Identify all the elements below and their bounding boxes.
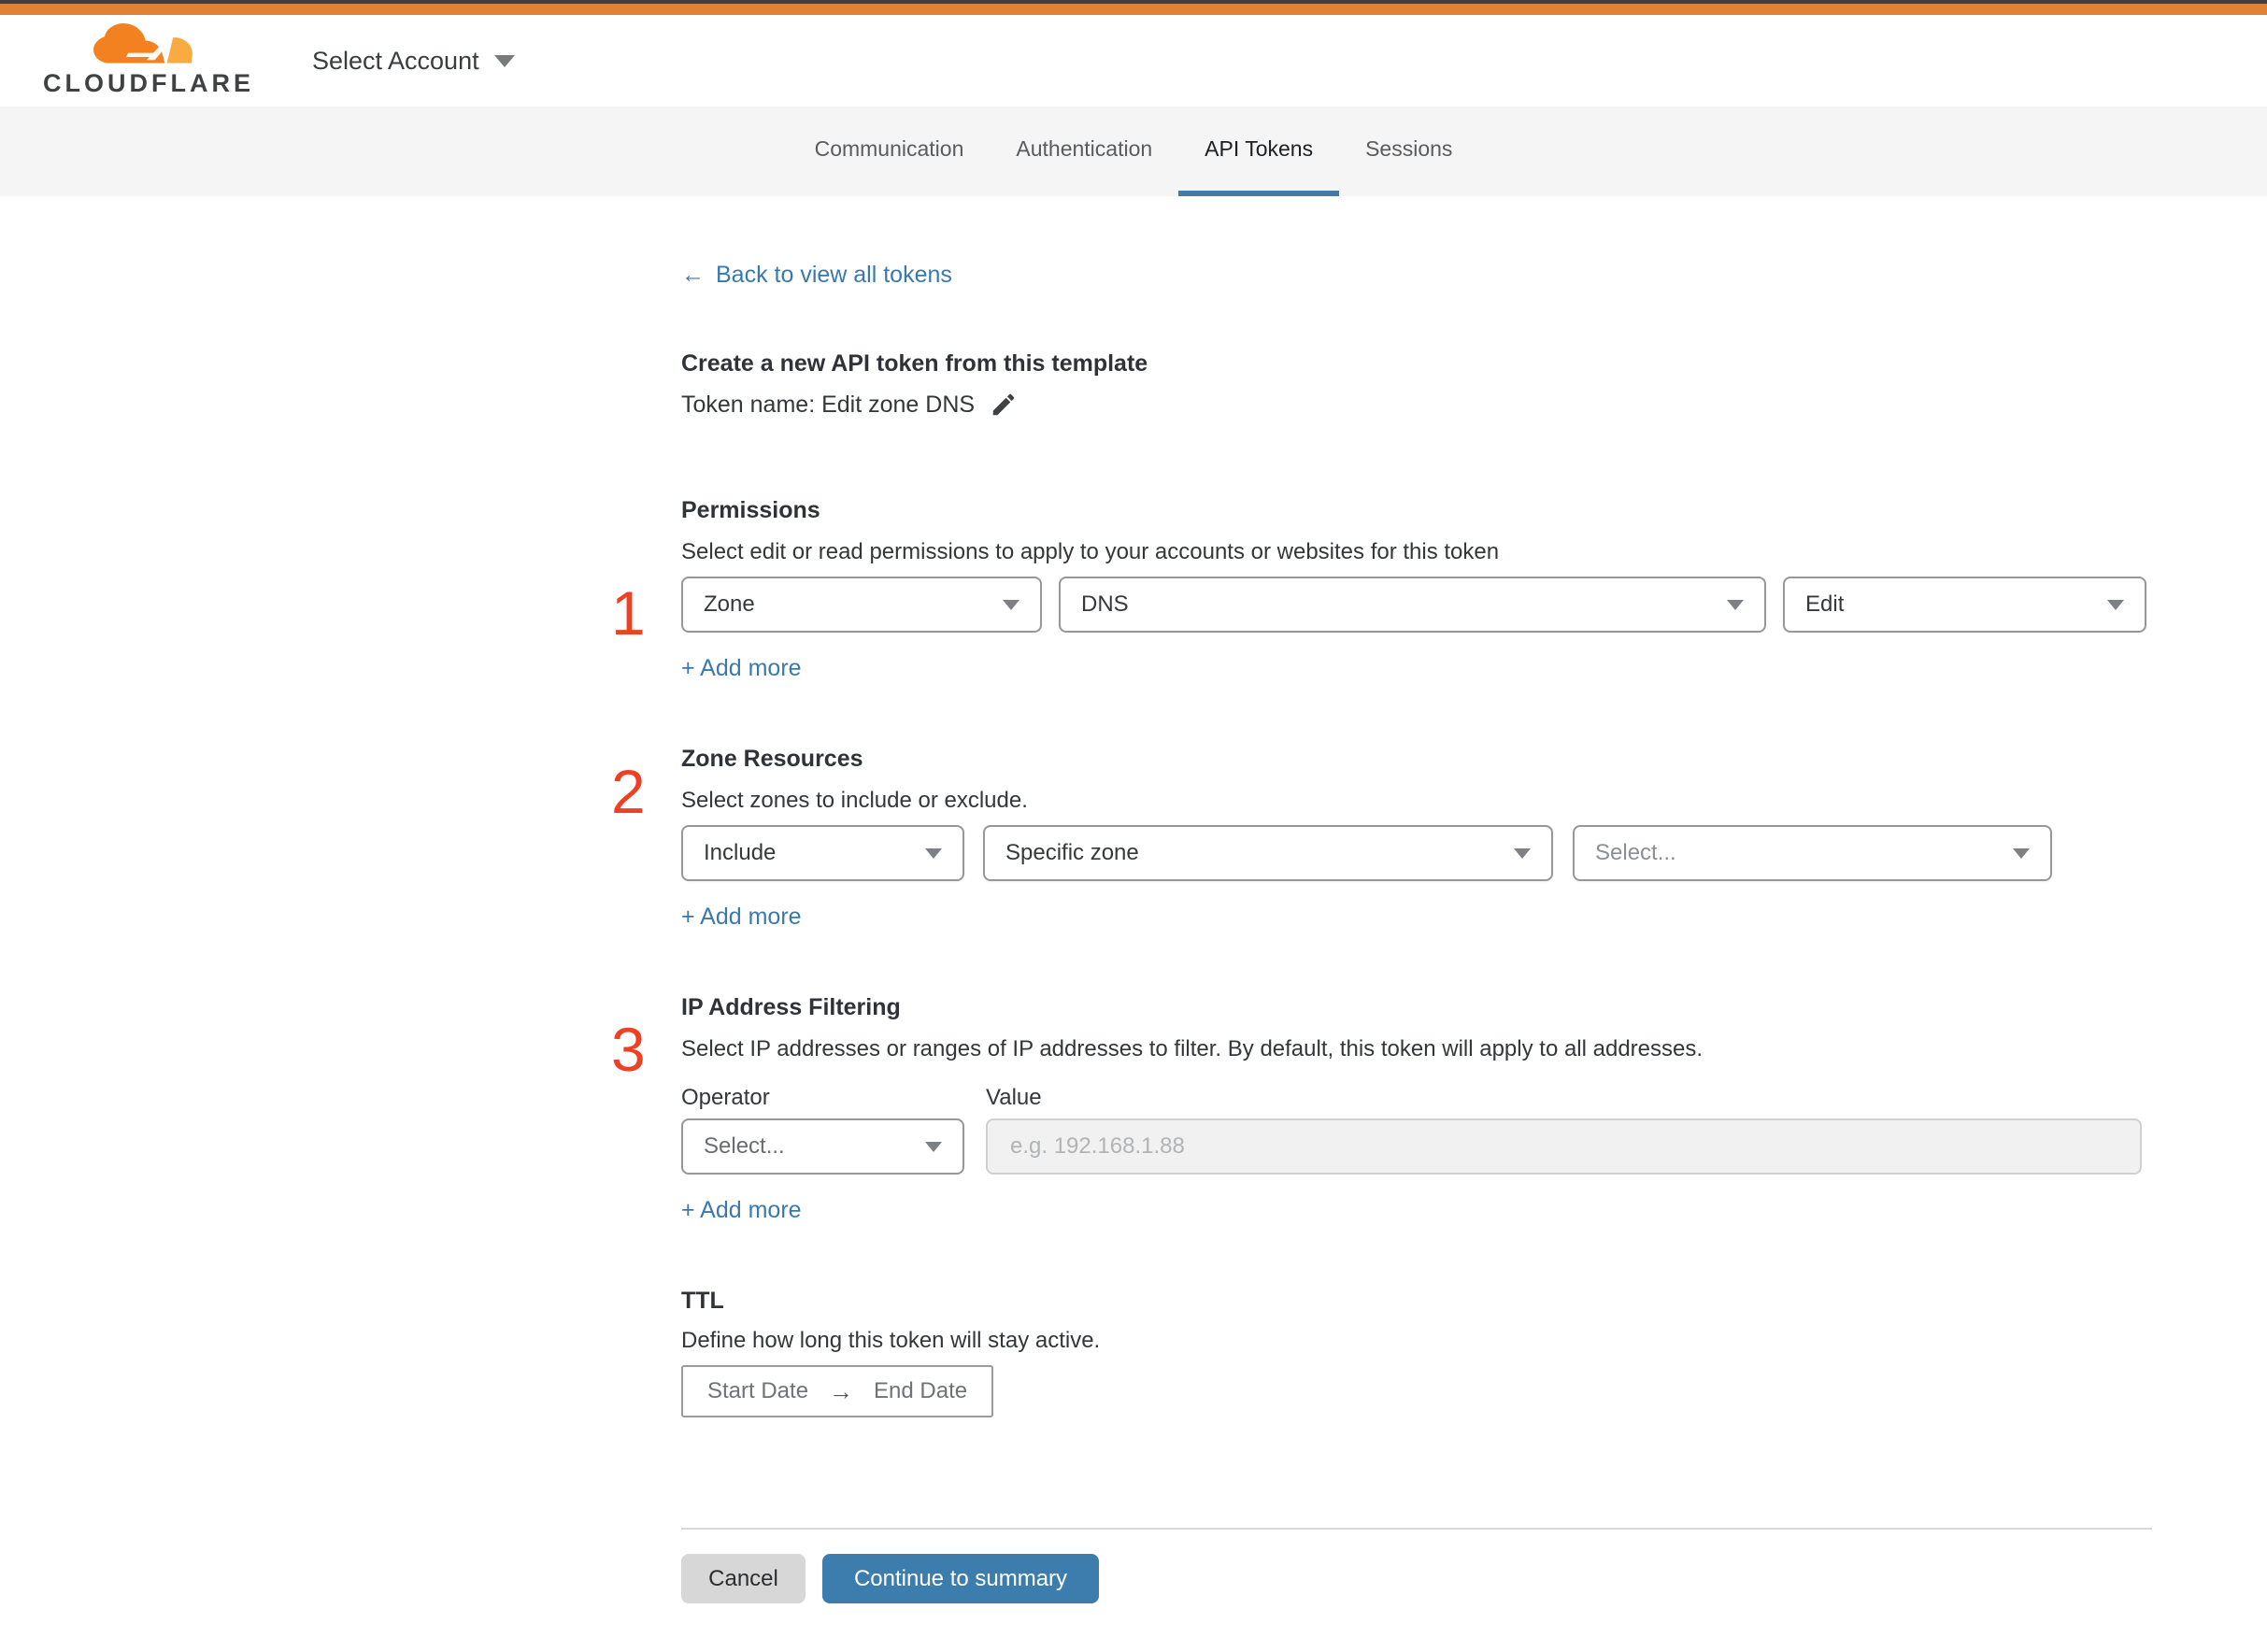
arrow-right-icon: → bbox=[829, 1376, 854, 1405]
ttl-title: TTL bbox=[681, 1288, 724, 1314]
tab-authentication[interactable]: Authentication bbox=[990, 107, 1178, 196]
end-date-placeholder: End Date bbox=[874, 1378, 968, 1403]
edit-pencil-icon[interactable] bbox=[990, 391, 1018, 419]
zone-resources-add-more-link[interactable]: + Add more bbox=[681, 904, 802, 931]
ip-operator-placeholder: Select... bbox=[704, 1133, 785, 1159]
tab-communication[interactable]: Communication bbox=[789, 107, 991, 196]
account-selector[interactable]: Select Account bbox=[312, 47, 515, 76]
chevron-down-icon bbox=[493, 54, 515, 67]
zone-picker-placeholder: Select... bbox=[1595, 840, 1676, 865]
back-link-label: Back to view all tokens bbox=[716, 262, 952, 288]
tab-api-tokens[interactable]: API Tokens bbox=[1178, 107, 1340, 196]
value-label: Value bbox=[986, 1085, 1042, 1110]
chevron-down-icon bbox=[2107, 599, 2124, 610]
step-number-1: 1 bbox=[611, 578, 646, 648]
permission-resource-select[interactable]: DNS bbox=[1059, 577, 1766, 633]
continue-to-summary-button[interactable]: Continue to summary bbox=[822, 1554, 1099, 1603]
back-arrow-icon: ← bbox=[681, 262, 705, 288]
tab-sessions[interactable]: Sessions bbox=[1339, 107, 1478, 196]
permissions-add-more-link[interactable]: + Add more bbox=[681, 655, 802, 682]
cloudflare-wordmark: CLOUDFLARE bbox=[43, 69, 254, 97]
ip-operator-select[interactable]: Select... bbox=[681, 1118, 964, 1175]
zone-type-value: Specific zone bbox=[1005, 840, 1139, 865]
chevron-down-icon bbox=[1727, 599, 1744, 610]
zone-include-value: Include bbox=[704, 840, 777, 865]
back-to-tokens-link[interactable]: ← Back to view all tokens bbox=[681, 262, 952, 289]
page-title: Create a new API token from this templat… bbox=[681, 350, 1148, 377]
zone-resources-description: Select zones to include or exclude. bbox=[681, 788, 1028, 813]
start-date-placeholder: Start Date bbox=[707, 1378, 809, 1403]
chevron-down-icon bbox=[1514, 847, 1531, 859]
brand-orange-bar bbox=[0, 4, 2267, 15]
footer-divider bbox=[681, 1528, 2152, 1530]
cancel-button[interactable]: Cancel bbox=[681, 1554, 806, 1603]
ttl-date-range-picker[interactable]: Start Date → End Date bbox=[681, 1365, 994, 1417]
step-number-3: 3 bbox=[611, 1015, 646, 1084]
step-number-2: 2 bbox=[611, 757, 646, 826]
ip-filtering-add-more-link[interactable]: + Add more bbox=[681, 1197, 802, 1224]
chevron-down-icon bbox=[925, 1141, 942, 1152]
zone-include-select[interactable]: Include bbox=[681, 825, 964, 881]
ip-filtering-description: Select IP addresses or ranges of IP addr… bbox=[681, 1036, 1704, 1061]
permission-scope-value: Zone bbox=[704, 591, 755, 617]
operator-label: Operator bbox=[681, 1085, 770, 1110]
chevron-down-icon bbox=[925, 847, 942, 859]
permission-access-select[interactable]: Edit bbox=[1783, 577, 2146, 633]
chevron-down-icon bbox=[1003, 599, 1019, 610]
permission-access-value: Edit bbox=[1805, 591, 1845, 617]
permission-resource-value: DNS bbox=[1081, 591, 1129, 617]
zone-resources-title: Zone Resources bbox=[681, 746, 863, 772]
cloudflare-logo[interactable]: CLOUDFLARE bbox=[43, 23, 254, 98]
permission-scope-select[interactable]: Zone bbox=[681, 577, 1042, 633]
permissions-title: Permissions bbox=[681, 497, 820, 523]
ip-value-input[interactable] bbox=[986, 1118, 2142, 1175]
cloudflare-cloud-icon bbox=[93, 23, 192, 64]
account-selector-label: Select Account bbox=[311, 46, 479, 75]
profile-tab-bar: Communication Authentication API Tokens … bbox=[0, 107, 2267, 196]
zone-picker-select[interactable]: Select... bbox=[1573, 825, 2052, 881]
chevron-down-icon bbox=[2013, 847, 2030, 859]
ip-filtering-title: IP Address Filtering bbox=[681, 994, 901, 1020]
token-name-text: Token name: Edit zone DNS bbox=[681, 391, 976, 418]
ttl-description: Define how long this token will stay act… bbox=[681, 1328, 1101, 1353]
app-header: CLOUDFLARE Select Account bbox=[0, 15, 2267, 107]
zone-type-select[interactable]: Specific zone bbox=[983, 825, 1553, 881]
permissions-description: Select edit or read permissions to apply… bbox=[681, 539, 1500, 564]
token-template-form: 1 2 3 ← Back to view all tokens Create a… bbox=[0, 196, 2267, 1603]
